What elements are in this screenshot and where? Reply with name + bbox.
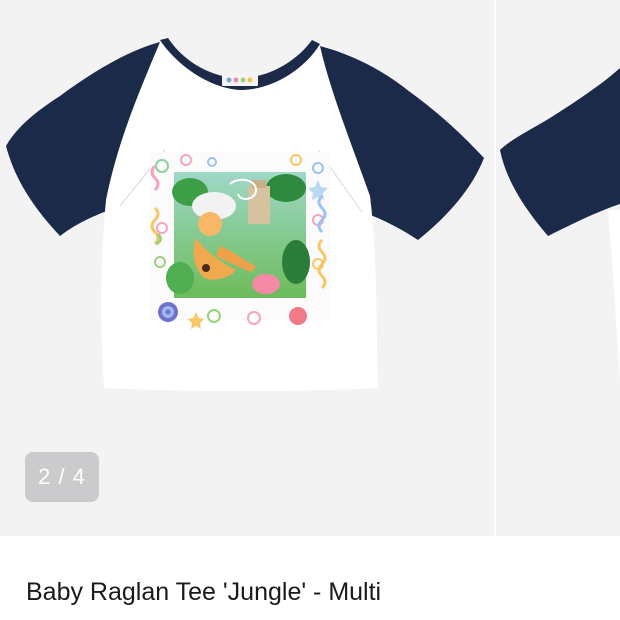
image-counter: 2 / 4 <box>25 452 99 502</box>
product-title: Baby Raglan Tee 'Jungle' - Multi <box>26 578 382 606</box>
print-artwork <box>150 152 330 329</box>
product-page: 2 / 4 Baby Raglan Tee 'Jungle' - Multi <box>0 0 620 620</box>
image-gallery[interactable]: 2 / 4 <box>0 0 620 536</box>
gallery-slide-next[interactable] <box>496 0 620 536</box>
next-product-image <box>500 68 620 380</box>
